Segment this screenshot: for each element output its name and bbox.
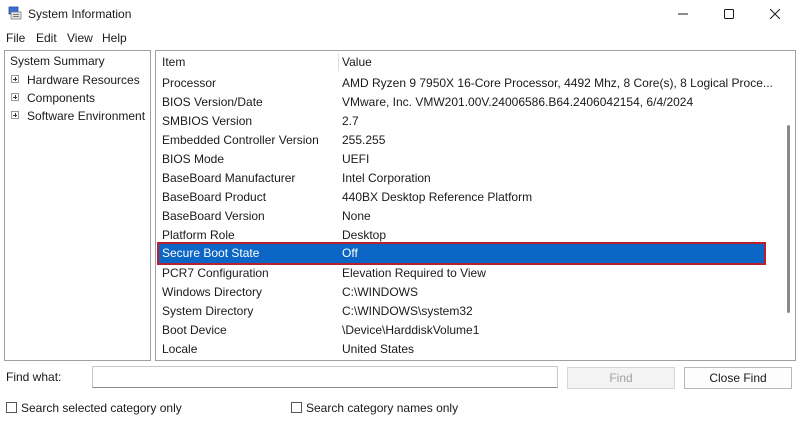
item-cell: BIOS Mode [162, 152, 225, 166]
item-cell: BaseBoard Product [162, 190, 267, 204]
value-cell: C:\WINDOWS [342, 285, 418, 299]
find-what-label: Find what: [6, 370, 62, 384]
table-row[interactable]: Processor AMD Ryzen 9 7950X 16-Core Proce… [156, 74, 776, 93]
table-row-selected[interactable]: Secure Boot State Off [157, 242, 766, 265]
tree-item-label: Software Environment [27, 109, 146, 123]
value-cell: AMD Ryzen 9 7950X 16-Core Processor, 449… [342, 76, 773, 90]
item-cell: Processor [162, 76, 217, 90]
item-cell: Secure Boot State [162, 246, 260, 260]
item-cell: System Directory [162, 304, 254, 318]
tree-item-system-summary[interactable]: System Summary [10, 54, 105, 68]
item-cell: Boot Device [162, 323, 227, 337]
details-list[interactable]: Item Value Processor AMD Ryzen 9 7950X 16… [155, 50, 796, 361]
item-cell: SMBIOS Version [162, 114, 253, 128]
minimize-icon [678, 13, 688, 15]
table-row[interactable]: Locale United States [156, 340, 776, 359]
value-cell: C:\WINDOWS\system32 [342, 304, 473, 318]
system-information-icon [8, 6, 22, 20]
table-row[interactable]: Platform Role Desktop [156, 226, 776, 245]
item-cell: Locale [162, 342, 198, 356]
table-row[interactable]: Windows Directory C:\WINDOWS [156, 283, 776, 302]
value-cell: Elevation Required to View [342, 266, 486, 280]
value-cell: Off [342, 246, 358, 260]
value-cell: UEFI [342, 152, 370, 166]
value-cell: 255.255 [342, 133, 386, 147]
value-cell: \Device\HarddiskVolume1 [342, 323, 480, 337]
expand-icon[interactable] [11, 93, 19, 101]
minimize-button[interactable] [660, 0, 706, 28]
tree-item-label: Hardware Resources [27, 73, 140, 87]
table-row[interactable]: BaseBoard Version None [156, 207, 776, 226]
value-cell: 2.7 [342, 114, 359, 128]
value-cell: Intel Corporation [342, 171, 431, 185]
menu-help[interactable]: Help [102, 31, 127, 45]
checkbox-label: Search selected category only [21, 401, 182, 415]
value-cell: 440BX Desktop Reference Platform [342, 190, 533, 204]
table-row[interactable]: SMBIOS Version 2.7 [156, 112, 776, 131]
menu-file[interactable]: File [6, 31, 25, 45]
table-row[interactable]: BaseBoard Product 440BX Desktop Reference… [156, 188, 776, 207]
table-row[interactable]: BaseBoard Manufacturer Intel Corporation [156, 169, 776, 188]
value-cell: United States [342, 342, 415, 356]
maximize-icon [724, 9, 734, 19]
close-find-button[interactable]: Close Find [684, 367, 792, 389]
value-cell: Desktop [342, 228, 387, 242]
table-row[interactable]: System Directory C:\WINDOWS\system32 [156, 302, 776, 321]
column-header-item[interactable]: Item [162, 51, 185, 73]
maximize-button[interactable] [706, 0, 752, 28]
checkbox-box[interactable] [6, 402, 17, 413]
find-button[interactable]: Find [567, 367, 675, 389]
table-row[interactable]: BIOS Version/Date VMware, Inc. VMW201.00V… [156, 93, 776, 112]
expand-icon[interactable] [11, 75, 19, 83]
value-cell: VMware, Inc. VMW201.00V.24006586.B64.240… [342, 95, 694, 109]
item-cell: BaseBoard Version [162, 209, 265, 223]
find-what-input[interactable] [92, 366, 558, 388]
item-cell: Platform Role [162, 228, 235, 242]
menu-edit[interactable]: Edit [36, 31, 57, 45]
tree-item-label: Components [27, 91, 96, 105]
table-row[interactable]: BIOS Mode UEFI [156, 150, 776, 169]
checkbox-label: Search category names only [306, 401, 459, 415]
value-cell: None [342, 209, 371, 223]
vertical-scrollbar[interactable] [781, 51, 795, 360]
expand-icon[interactable] [11, 111, 19, 119]
table-row[interactable]: Embedded Controller Version 255.255 [156, 131, 776, 150]
checkbox-box[interactable] [291, 402, 302, 413]
scrollbar-thumb[interactable] [787, 125, 790, 313]
close-icon [770, 9, 780, 19]
column-divider[interactable] [338, 53, 339, 71]
title-bar: System Information [0, 0, 800, 28]
window-title: System Information [28, 7, 132, 21]
close-window-button[interactable] [752, 0, 798, 28]
item-cell: Embedded Controller Version [162, 133, 319, 147]
column-header-value[interactable]: Value [342, 51, 372, 73]
menu-bar: File Edit View Help [0, 28, 800, 48]
item-cell: Windows Directory [162, 285, 263, 299]
category-tree[interactable]: System Summary Hardware Resources Compon… [4, 50, 151, 361]
item-cell: BaseBoard Manufacturer [162, 171, 296, 185]
table-row[interactable]: PCR7 Configuration Elevation Required to … [156, 264, 776, 283]
menu-view[interactable]: View [67, 31, 93, 45]
item-cell: BIOS Version/Date [162, 95, 263, 109]
table-row[interactable]: Boot Device \Device\HarddiskVolume1 [156, 321, 776, 340]
item-cell: PCR7 Configuration [162, 266, 269, 280]
